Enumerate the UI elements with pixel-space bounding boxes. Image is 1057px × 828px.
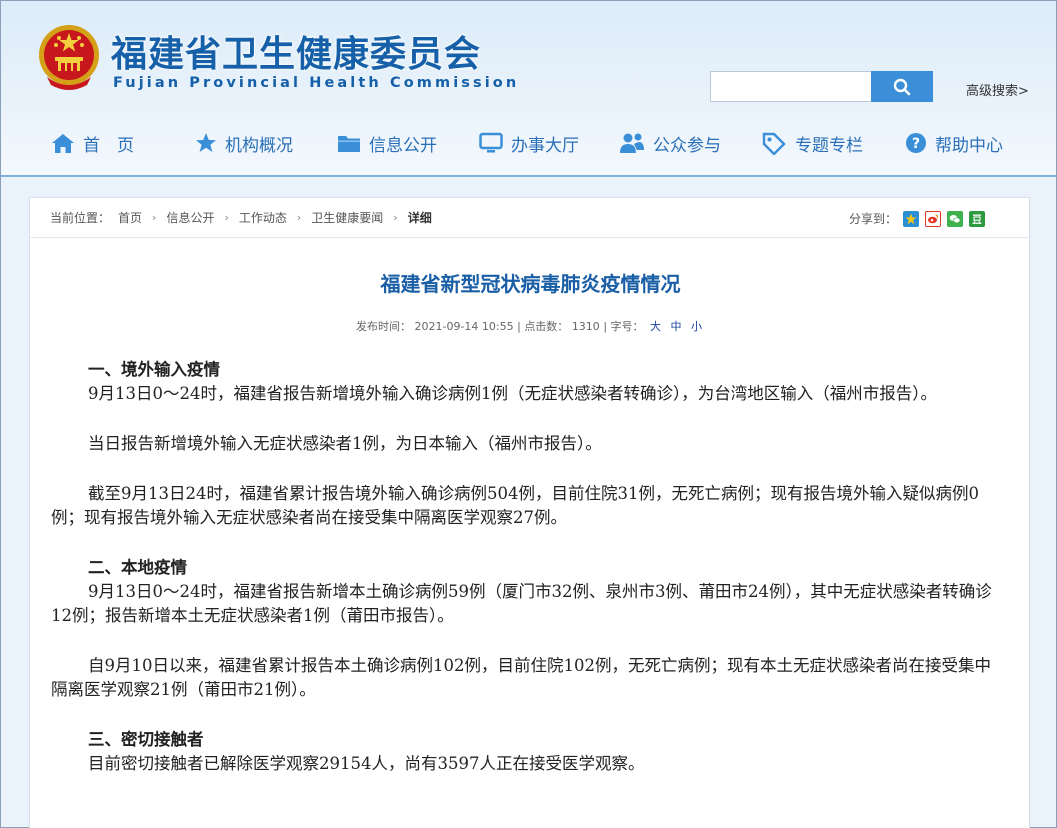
svg-text:?: ? (912, 136, 920, 152)
chevron-right-icon: › (224, 211, 229, 224)
paragraph: 目前密切接触者已解除医学观察29154人，尚有3597人正在接受医学观察。 (88, 754, 645, 773)
article-title: 福建省新型冠状病毒肺炎疫情情况 (380, 272, 681, 296)
site-title: 福建省卫生健康委员会 (111, 34, 482, 75)
paragraph: 9月13日0～24时，福建省报告新增境外输入确诊病例1例（无症状感染者转确诊），… (88, 384, 937, 403)
font-size-medium-button[interactable]: 中 (671, 320, 682, 333)
nav-help-center[interactable]: ? 帮助中心 (905, 123, 1003, 163)
nav-info-disclosure[interactable]: 信息公开 (337, 123, 437, 163)
search-input[interactable] (710, 71, 872, 102)
breadcrumb-health-news[interactable]: 卫生健康要闻 (311, 209, 383, 226)
section-heading: 二、本地疫情 (88, 558, 187, 577)
douban-share-icon[interactable] (969, 210, 985, 227)
folder-icon (338, 136, 360, 152)
star-icon (196, 133, 216, 152)
nav-label: 机构概况 (225, 135, 293, 156)
wechat-share-icon[interactable] (947, 210, 963, 227)
nav-label: 信息公开 (369, 135, 437, 156)
nav-label: 首 页 (83, 135, 134, 156)
breadcrumb-info-disclosure[interactable]: 信息公开 (166, 209, 214, 226)
paragraph: 当日报告新增境外输入无症状感染者1例，为日本输入（福州市报告）。 (88, 434, 602, 453)
breadcrumb-prefix: 当前位置： (50, 211, 111, 225)
nav-label: 帮助中心 (935, 135, 1003, 156)
section-heading: 三、密切接触者 (88, 730, 204, 749)
click-count-label: 点击数： (524, 320, 569, 333)
share-label: 分享到： (848, 212, 897, 226)
nav-public-participation[interactable]: 公众参与 (619, 123, 721, 163)
meta-divider: | (603, 320, 611, 333)
article-body: 一、境外输入疫情 9月13日0～24时，福建省报告新增境外输入确诊病例1例（无症… (51, 358, 1001, 776)
nav-label: 专题专栏 (795, 135, 863, 156)
search-button[interactable] (871, 71, 933, 102)
click-count: 1310 (571, 320, 600, 333)
publish-time: 2021-09-14 10:55 (414, 320, 514, 333)
breadcrumb-current: 详细 (407, 211, 432, 225)
search-icon (893, 78, 911, 95)
paragraph: 自9月10日以来，福建省累计报告本土确诊病例102例，目前住院102例，无死亡病… (51, 656, 991, 699)
weibo-share-icon[interactable] (925, 210, 941, 227)
advanced-search-link[interactable]: 高级搜索> (966, 80, 1029, 99)
qzone-share-icon[interactable] (903, 210, 919, 227)
nav-service-hall[interactable]: 办事大厅 (479, 123, 579, 163)
monitor-icon (479, 132, 503, 153)
content-panel: 当前位置： 首页 › 信息公开 › 工作动态 › 卫生健康要闻 › 详细 分享到… (29, 197, 1030, 828)
breadcrumb-work-news[interactable]: 工作动态 (239, 209, 287, 226)
site-subtitle: Fujian Provincial Health Commission (113, 75, 520, 91)
paragraph: 截至9月13日24时，福建省累计报告境外输入确诊病例504例，目前住院31例，无… (51, 484, 979, 527)
paragraph: 9月13日0～24时，福建省报告新增本土确诊病例59例（厦门市32例、泉州市3例… (51, 582, 992, 625)
font-size-large-button[interactable]: 大 (650, 320, 661, 333)
breadcrumb-home[interactable]: 首页 (118, 209, 142, 226)
help-icon: ? (906, 133, 926, 153)
font-size-small-button[interactable]: 小 (691, 320, 702, 333)
national-emblem-icon (39, 25, 99, 90)
share-bar: 分享到： (849, 210, 985, 227)
nav-special-topics[interactable]: 专题专栏 (761, 123, 863, 163)
publish-time-label: 发布时间： (355, 320, 411, 333)
section-heading: 一、境外输入疫情 (88, 360, 220, 379)
article-meta: 发布时间： 2021-09-14 10:55 | 点击数： 1310 | 字号：… (30, 318, 1031, 334)
nav-label: 办事大厅 (511, 135, 579, 156)
home-icon (52, 134, 74, 153)
chevron-right-icon: › (393, 211, 398, 224)
tag-icon (762, 132, 786, 155)
nav-label: 公众参与 (653, 135, 721, 156)
chevron-right-icon: › (152, 211, 157, 224)
chevron-right-icon: › (296, 211, 302, 224)
main-nav: 首 页 机构概况 信息公开 办事大厅 公众参与 专题专栏 ? 帮助中心 (1, 123, 1056, 167)
people-icon (620, 133, 644, 153)
nav-home[interactable]: 首 页 (51, 123, 134, 163)
site-header: 福建省卫生健康委员会 Fujian Provincial Health Comm… (1, 1, 1056, 177)
font-size-label: 字号： (610, 320, 644, 333)
nav-about[interactable]: 机构概况 (195, 123, 293, 163)
